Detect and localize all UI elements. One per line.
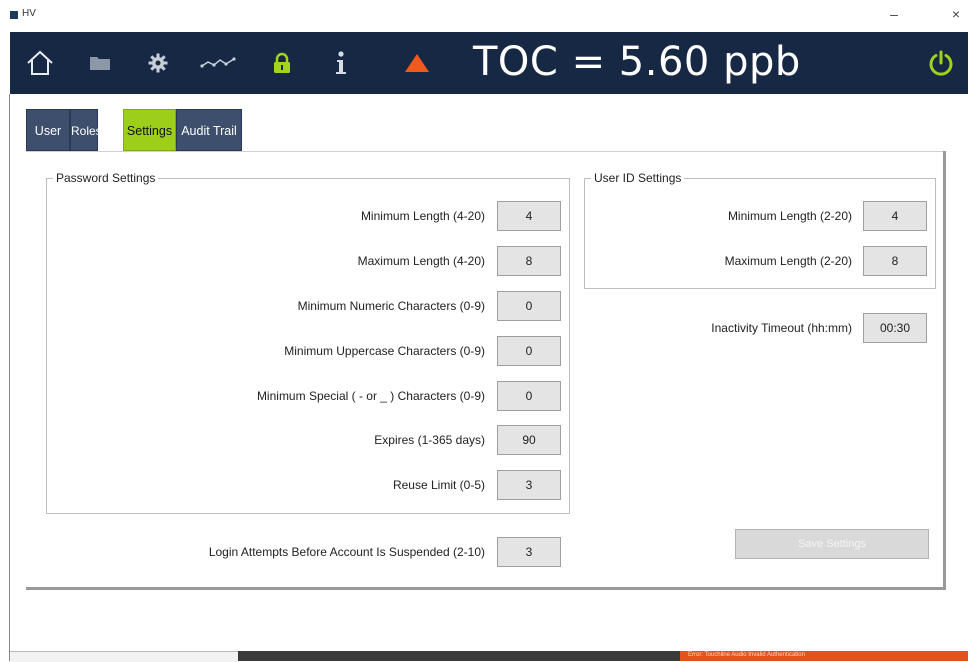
folder-icon[interactable] [86,32,114,94]
userid-min-length-field[interactable]: 4 [863,201,927,231]
userid-max-length-field[interactable]: 8 [863,246,927,276]
power-icon[interactable] [926,32,956,94]
save-settings-button[interactable]: Save Settings [735,529,929,559]
panel-right-border [943,151,946,589]
min-uppercase-label: Minimum Uppercase Characters (0-9) [284,344,485,358]
user-id-settings-title: User ID Settings [591,171,685,185]
close-button[interactable]: × [944,4,968,24]
min-numeric-label: Minimum Numeric Characters (0-9) [297,299,485,313]
inactivity-timeout-label: Inactivity Timeout (hh:mm) [711,321,852,335]
panel-bottom-border [26,587,946,590]
lock-icon[interactable] [270,32,294,94]
tab-user-list[interactable]: User List [26,109,70,180]
userid-min-length-label: Minimum Length (2-20) [727,209,852,223]
window-title: HV [22,8,36,19]
min-numeric-field[interactable]: 0 [497,291,561,321]
content-left-border [9,94,10,661]
login-attempts-label: Login Attempts Before Account Is Suspend… [208,545,485,559]
panel-top-border [26,151,944,152]
bottom-strip-notification: Error: Touchline Audio Invalid Authentic… [688,652,805,658]
home-icon[interactable] [24,32,56,94]
reuse-limit-field[interactable]: 3 [497,470,561,500]
min-special-label: Minimum Special ( - or _ ) Characters (0… [256,389,485,403]
info-icon[interactable] [330,32,352,94]
trend-icon[interactable] [198,32,238,94]
app-icon [10,11,18,19]
max-length-label: Maximum Length (4-20) [357,254,485,268]
minimize-button[interactable]: – [880,4,908,24]
expires-field[interactable]: 90 [497,425,561,455]
login-attempts-field[interactable]: 3 [497,537,561,567]
bottom-strip-left [10,651,238,662]
tab-audit-trail[interactable]: Audit Trail [176,109,242,151]
min-special-field[interactable]: 0 [497,381,561,411]
min-length-label: Minimum Length (4-20) [360,209,485,223]
min-uppercase-field[interactable]: 0 [497,336,561,366]
bottom-strip-middle [238,651,680,661]
inactivity-timeout-field[interactable]: 00:30 [863,313,927,343]
tab-roles[interactable]: Roles [70,109,102,151]
reuse-limit-label: Reuse Limit (0-5) [392,478,485,492]
gear-icon[interactable] [144,32,172,94]
userid-max-length-label: Maximum Length (2-20) [724,254,852,268]
password-max-length-field[interactable]: 8 [497,246,561,276]
alert-icon[interactable] [402,32,432,94]
expires-label: Expires (1-365 days) [374,433,485,447]
password-settings-title: Password Settings [53,171,159,185]
window-titlebar: HV – × [0,0,968,32]
toc-reading: TOC = 5.60 ppb [473,39,801,85]
tab-settings[interactable]: Settings [123,109,176,151]
password-min-length-field[interactable]: 4 [497,201,561,231]
